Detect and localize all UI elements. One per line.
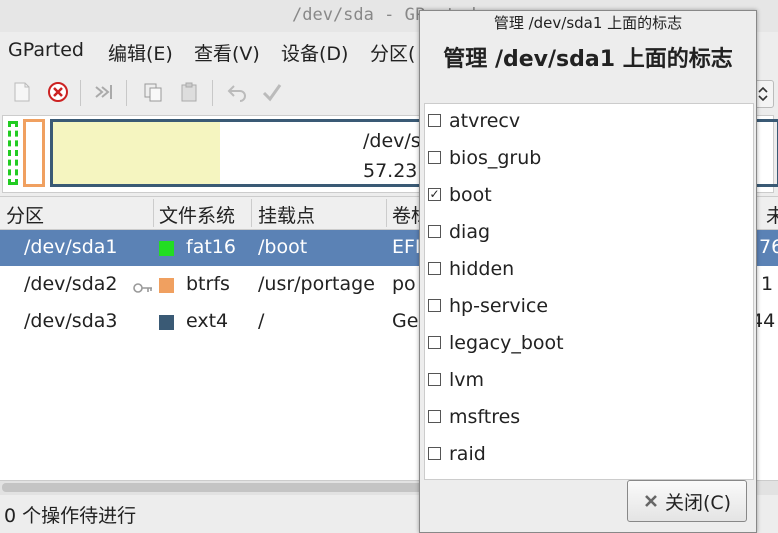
flag-name: hp-service	[449, 295, 549, 317]
flag-item[interactable]: ✓ boot	[425, 178, 753, 215]
column-header-mountpoint[interactable]: 挂载点	[258, 201, 315, 228]
flag-item[interactable]: atvrecv	[425, 104, 753, 141]
close-button-label: 关闭(C)	[664, 491, 732, 514]
delete-icon[interactable]	[46, 80, 70, 104]
partition-label: po	[392, 273, 416, 295]
flag-name: lvm	[449, 369, 485, 391]
new-icon[interactable]	[10, 80, 34, 104]
close-button[interactable]: 关闭(C)	[627, 480, 747, 522]
filesystem: btrfs	[186, 273, 230, 295]
segment-size-label: 57.23	[363, 160, 418, 182]
flags-list: atvrecv bios_grub ✓ boot diag hidden hp-s…	[424, 103, 754, 480]
used-space-fill	[53, 122, 220, 184]
flag-item[interactable]: diag	[425, 215, 753, 252]
undo-icon[interactable]	[225, 80, 249, 104]
partition-name: /dev/sda3	[24, 310, 118, 332]
flag-item[interactable]: hp-service	[425, 289, 753, 326]
filesystem: ext4	[186, 310, 229, 332]
toolbar-separator	[126, 80, 127, 106]
pending-operations-text: 0 个操作待进行	[4, 505, 137, 527]
mountpoint: /boot	[258, 236, 308, 258]
partition-name: /dev/sda2	[24, 273, 118, 295]
mountpoint: /	[258, 310, 265, 332]
partition-label: EFI	[392, 236, 421, 258]
menu-view[interactable]: 查看(V)	[194, 39, 260, 66]
fs-color-swatch	[159, 278, 174, 293]
menu-partition[interactable]: 分区(	[370, 39, 415, 66]
flag-name: atvrecv	[449, 110, 521, 132]
flag-checkbox[interactable]	[428, 336, 441, 349]
segment-device-label: /dev/s	[363, 130, 421, 152]
flag-name: boot	[449, 184, 492, 206]
toolbar-separator	[80, 80, 81, 106]
flag-name: msftres	[449, 406, 521, 428]
dialog-title[interactable]: 管理 /dev/sda1 上面的标志	[420, 11, 756, 35]
flag-checkbox[interactable]: ✓	[428, 188, 441, 201]
flag-name: hidden	[449, 258, 515, 280]
column-divider	[153, 199, 154, 227]
flag-item[interactable]: lvm	[425, 363, 753, 400]
flag-item[interactable]: legacy_boot	[425, 326, 753, 363]
column-divider	[251, 199, 252, 227]
column-header-filesystem[interactable]: 文件系统	[159, 201, 235, 228]
flag-checkbox[interactable]	[428, 410, 441, 423]
fs-color-swatch	[159, 315, 174, 330]
flag-checkbox[interactable]	[428, 151, 441, 164]
close-icon	[643, 493, 659, 509]
flag-checkbox[interactable]	[428, 262, 441, 275]
flag-item[interactable]: msftres	[425, 400, 753, 437]
menu-edit[interactable]: 编辑(E)	[108, 39, 173, 66]
column-header-unused[interactable]: 未	[766, 201, 778, 228]
flag-checkbox[interactable]	[428, 447, 441, 460]
flag-name: bios_grub	[449, 147, 542, 169]
disk-segment-sda1[interactable]	[8, 121, 18, 185]
flag-name: legacy_boot	[449, 332, 564, 354]
filesystem: fat16	[186, 236, 236, 258]
partition-label: Ge	[392, 310, 419, 332]
flag-name: raid	[449, 443, 486, 465]
partition-name: /dev/sda1	[24, 236, 118, 258]
flag-checkbox[interactable]	[428, 114, 441, 127]
apply-icon[interactable]	[260, 80, 284, 104]
copy-icon[interactable]	[141, 80, 165, 104]
chevron-updown-icon	[758, 86, 768, 102]
column-header-partition[interactable]: 分区	[6, 201, 44, 228]
toolbar-separator	[212, 80, 213, 106]
flag-name: diag	[449, 221, 491, 243]
partition-unused: 76.	[759, 236, 778, 258]
flag-item[interactable]: bios_grub	[425, 141, 753, 178]
fs-color-swatch	[159, 241, 174, 256]
mountpoint: /usr/portage	[258, 273, 375, 295]
partition-unused: 1	[761, 273, 774, 295]
flag-item[interactable]: raid	[425, 437, 753, 474]
dialog-heading: 管理 /dev/sda1 上面的标志	[443, 47, 733, 72]
menu-device[interactable]: 设备(D)	[281, 39, 348, 66]
flag-checkbox[interactable]	[428, 373, 441, 386]
flag-checkbox[interactable]	[428, 299, 441, 312]
flag-item[interactable]: hidden	[425, 252, 753, 289]
resize-icon[interactable]	[92, 80, 116, 104]
key-icon	[133, 278, 153, 300]
manage-flags-dialog: 管理 /dev/sda1 上面的标志 管理 /dev/sda1 上面的标志 at…	[419, 10, 757, 533]
menu-gparted[interactable]: GParted	[8, 39, 84, 61]
paste-icon[interactable]	[177, 80, 201, 104]
column-divider	[386, 199, 387, 227]
flag-checkbox[interactable]	[428, 225, 441, 238]
disk-segment-sda2[interactable]	[23, 119, 45, 187]
